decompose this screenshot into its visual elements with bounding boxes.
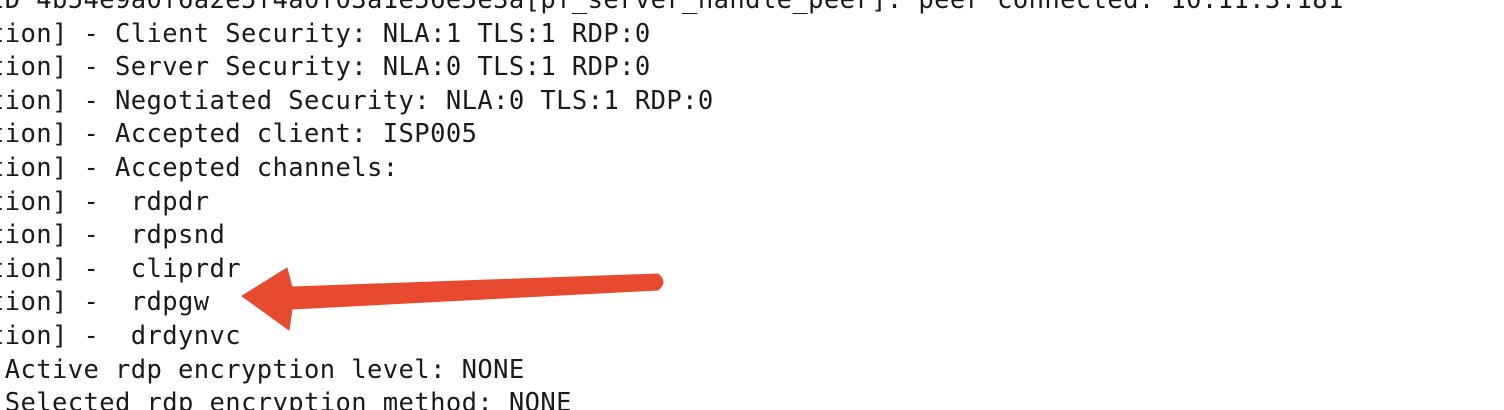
log-line-channel-rdpdr: tion] - rdpdr [0, 186, 210, 217]
log-line-client-security: tion] - Client Security: NLA:1 TLS:1 RDP… [0, 18, 651, 49]
log-line-peer-connected: ID 4b54e9a0f6a2e5f4a0f03a1e56e5e3a[pf_se… [0, 0, 1344, 15]
log-line-encryption-method: Selected rdp encryption method: NONE [0, 388, 572, 410]
log-line-channel-rdpsnd: tion] - rdpsnd [0, 220, 226, 251]
log-line-channel-rdpgw: tion] - rdpgw [0, 287, 210, 318]
terminal-window: ID 4b54e9a0f6a2e5f4a0f03a1e56e5e3a[pf_se… [0, 0, 1504, 410]
log-line-server-security: tion] - Server Security: NLA:0 TLS:1 RDP… [0, 52, 651, 83]
terminal-output: ID 4b54e9a0f6a2e5f4a0f03a1e56e5e3a[pf_se… [0, 0, 1344, 410]
log-line-accepted-client: tion] - Accepted client: ISP005 [0, 119, 478, 150]
log-line-channel-cliprdr: tion] - cliprdr [0, 253, 242, 284]
log-line-accepted-channels: tion] - Accepted channels: [0, 152, 399, 183]
log-line-negotiated-security: tion] - Negotiated Security: NLA:0 TLS:1… [0, 85, 714, 116]
log-line-encryption-level: Active rdp encryption level: NONE [0, 354, 525, 385]
log-line-channel-drdynvc: tion] - drdynvc [0, 320, 242, 351]
